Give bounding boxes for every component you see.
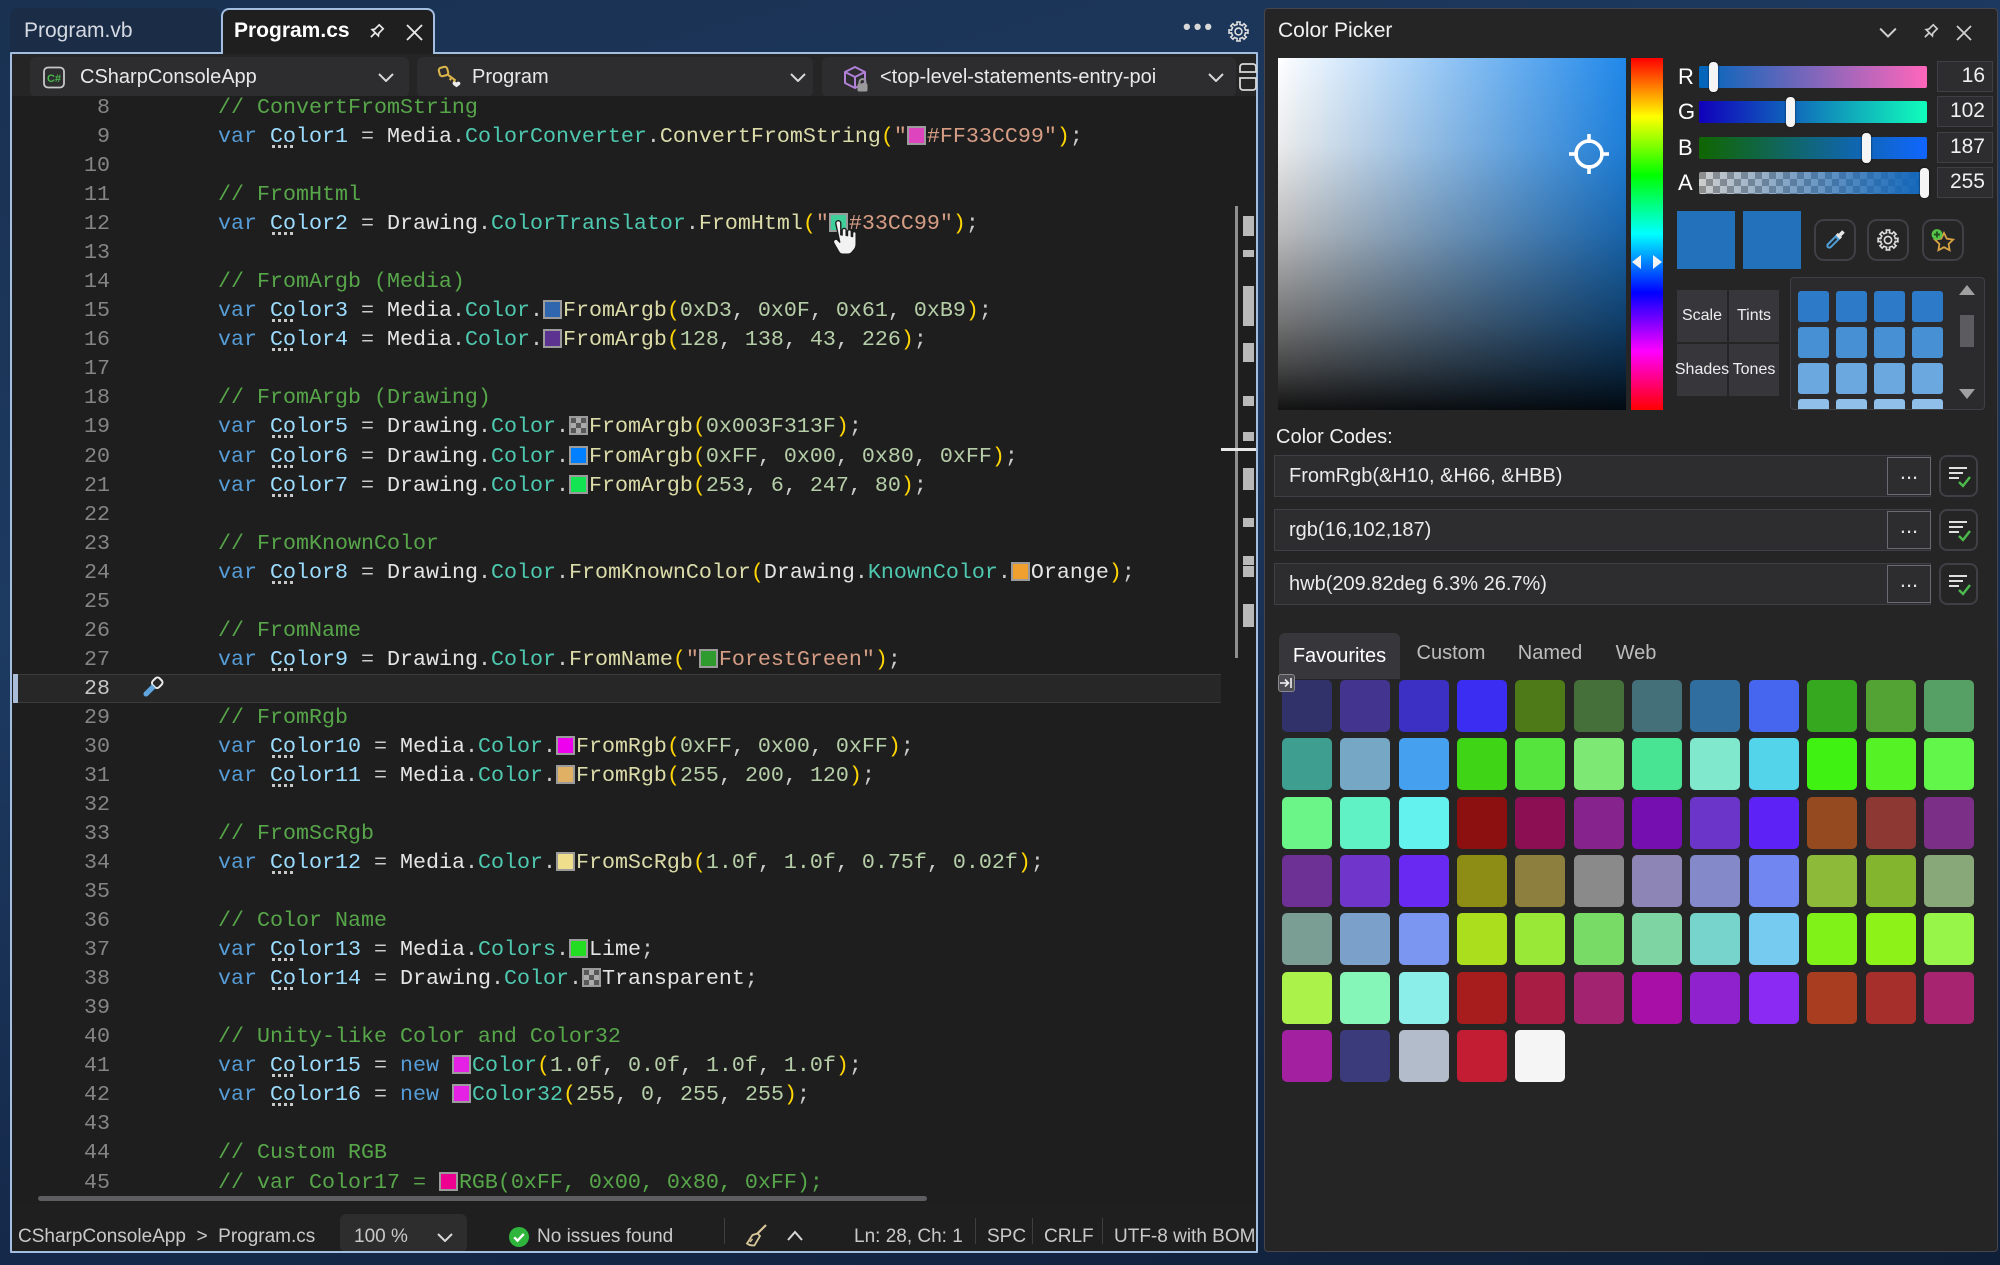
svg-text:C#: C# <box>47 73 61 85</box>
